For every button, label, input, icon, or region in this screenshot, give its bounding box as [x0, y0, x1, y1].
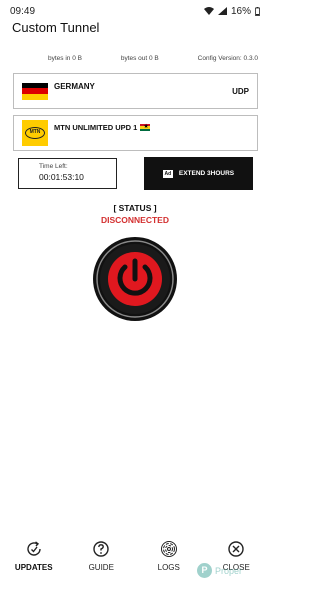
ghana-flag-icon: ★ [140, 124, 151, 131]
connection-status: DISCONNECTED [100, 215, 169, 225]
extend-time-label: EXTEND 3HOURS [178, 170, 235, 177]
nav-logs[interactable]: LOGS [139, 540, 199, 590]
mtn-logo-text: MTN [25, 127, 45, 139]
ad-badge-icon: Ad [162, 169, 173, 178]
mtn-logo-icon: MTN [22, 120, 48, 146]
watermark-text: Proper [215, 565, 243, 576]
traffic-stats: bytes in 0 B bytes out 0 B Config Versio… [48, 55, 258, 62]
server-name: GERMANY [54, 82, 95, 91]
server-selector[interactable]: GERMANY UDP [13, 73, 258, 109]
bytes-out: bytes out 0 B [120, 55, 159, 62]
power-icon [93, 237, 177, 321]
watermark-logo-icon: P [197, 563, 212, 578]
refresh-clock-icon [25, 540, 43, 563]
network-selector[interactable]: MTN MTN UNLIMITED UPD 1 ★ [13, 115, 258, 151]
config-version: Config Version: 0.3.0 [197, 55, 258, 62]
germany-flag-icon [22, 82, 48, 100]
watermark: P Proper [197, 563, 242, 578]
help-icon [92, 540, 110, 563]
status-heading: [ STATUS ] [113, 203, 157, 213]
fingerprint-icon [160, 540, 178, 563]
connect-power-button[interactable] [92, 236, 178, 322]
battery-percent: 16% [230, 5, 251, 17]
battery-icon [255, 6, 260, 16]
protocol-label: UDP [232, 86, 249, 96]
time-left-label: Time Left: [39, 163, 68, 170]
nav-label: LOGS [157, 563, 180, 572]
time-left-value: 00:01:53:10 [39, 172, 84, 182]
status-icons: 16% [203, 5, 260, 17]
wifi-icon [203, 7, 214, 15]
status-bar: 09:49 16% [0, 0, 270, 22]
close-circle-icon [227, 540, 245, 563]
nav-label: GUIDE [88, 563, 114, 572]
extend-time-button[interactable]: Ad EXTEND 3HOURS [144, 157, 253, 190]
bytes-in: bytes in 0 B [48, 55, 82, 62]
nav-label: UPDATES [14, 563, 53, 572]
network-name-row: MTN UNLIMITED UPD 1 ★ [54, 123, 151, 132]
app-title: Custom Tunnel [12, 20, 100, 35]
nav-guide[interactable]: GUIDE [71, 540, 131, 590]
status-time: 09:49 [10, 5, 36, 17]
network-name: MTN UNLIMITED UPD 1 [54, 123, 138, 132]
nav-updates[interactable]: UPDATES [4, 540, 64, 590]
time-left-box: Time Left: 00:01:53:10 [18, 158, 117, 189]
signal-icon [217, 7, 227, 15]
